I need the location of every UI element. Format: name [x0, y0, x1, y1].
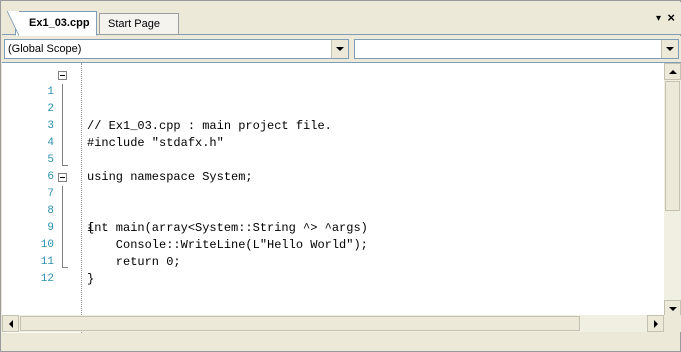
arrow-up-icon — [668, 69, 677, 74]
scroll-left-button[interactable] — [2, 315, 19, 332]
document-tab-strip: Ex1_03.cpp Start Page ▾ × — [2, 2, 681, 36]
tab-label: Ex1_03.cpp — [29, 17, 90, 29]
code-line: 11 } — [2, 237, 662, 286]
code-line: 7 int main(array<System::String ^> ^args… — [2, 169, 662, 235]
code-line: 10 return 0; — [2, 220, 662, 269]
code-line: 1 // Ex1_03.cpp : main project file. — [2, 67, 662, 133]
code-editor-window: Ex1_03.cpp Start Page ▾ × (Global Scope) — [0, 0, 681, 352]
tab-list-dropdown-icon[interactable]: ▾ — [656, 13, 661, 24]
scope-value: (Global Scope) — [8, 43, 82, 55]
code-line: 8 { — [2, 186, 662, 235]
line-number: 12 — [40, 273, 54, 285]
code-line: 9 Console::WriteLine(L"Hello World"); — [2, 203, 662, 252]
scrollbar-corner — [664, 315, 681, 332]
code-line: 12 — [2, 254, 662, 285]
member-dropdown-button[interactable] — [661, 40, 678, 58]
scroll-right-button[interactable] — [647, 315, 664, 332]
tab-label: Start Page — [108, 18, 160, 30]
scroll-up-button[interactable] — [664, 63, 681, 80]
horizontal-scroll-thumb[interactable] — [20, 316, 580, 331]
arrow-right-icon — [653, 319, 658, 328]
navigation-bar: (Global Scope) — [2, 36, 681, 62]
code-line: 2 — [2, 84, 662, 115]
scope-dropdown[interactable]: (Global Scope) — [4, 39, 349, 59]
tab-start-page[interactable]: Start Page — [99, 13, 179, 35]
member-dropdown[interactable] — [354, 39, 679, 59]
code-line: 6 — [2, 152, 662, 183]
vertical-scroll-thumb[interactable] — [665, 81, 680, 211]
vertical-scrollbar[interactable] — [664, 63, 681, 317]
code-line: 5 using namespace System; — [2, 135, 662, 184]
arrow-left-icon — [8, 319, 13, 328]
code-line: 3 #include "stdafx.h" — [2, 101, 662, 150]
arrow-down-icon — [668, 306, 677, 311]
scope-dropdown-button[interactable] — [331, 40, 348, 58]
code-editor[interactable]: 1 // Ex1_03.cpp : main project file. 2 3… — [2, 62, 681, 333]
code-line: 4 — [2, 118, 662, 149]
collapse-minus-icon[interactable] — [58, 173, 67, 182]
tab-ex1-03-cpp[interactable]: Ex1_03.cpp — [7, 11, 97, 36]
collapse-minus-icon[interactable] — [58, 71, 67, 80]
code-text: } — [87, 272, 95, 286]
horizontal-scrollbar[interactable] — [2, 315, 664, 332]
chevron-down-icon — [666, 47, 674, 51]
close-document-icon[interactable]: × — [667, 10, 675, 25]
chevron-down-icon — [336, 47, 344, 51]
